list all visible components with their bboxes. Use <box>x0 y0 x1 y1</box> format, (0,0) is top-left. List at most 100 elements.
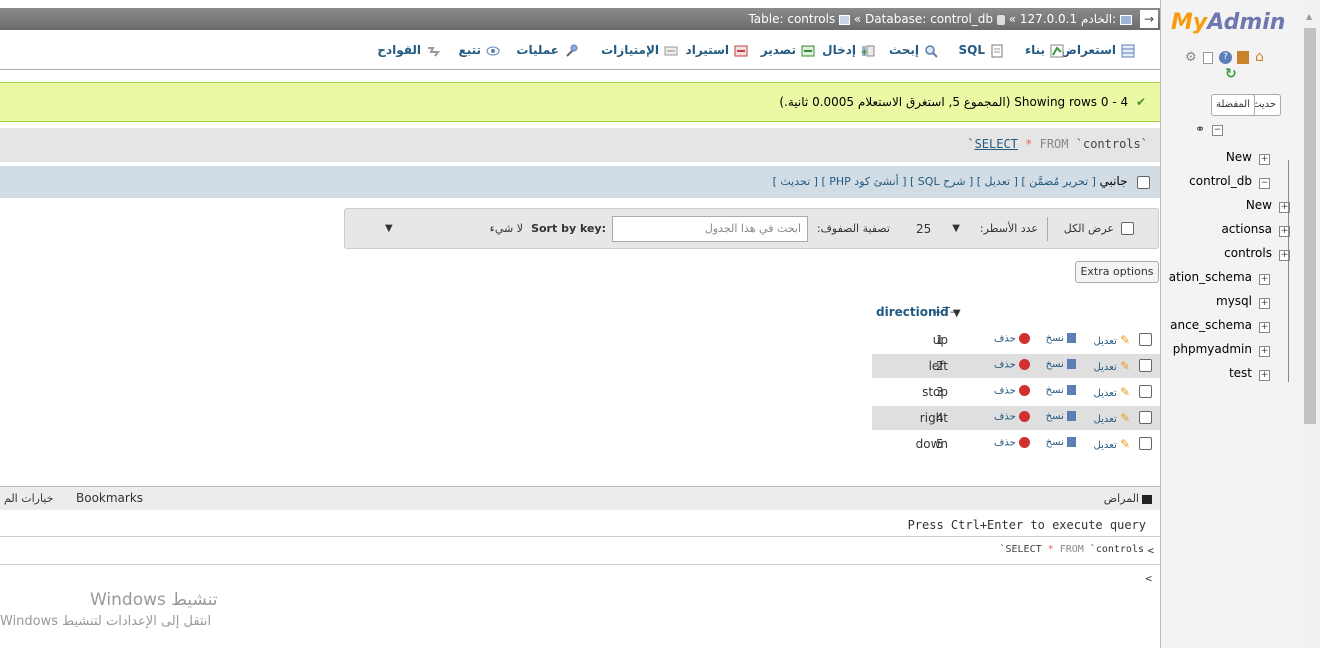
breadcrumb-table[interactable]: controls <box>787 12 835 26</box>
collapse-arrow-icon[interactable]: → <box>1140 10 1158 28</box>
tab-browse[interactable]: استعراض <box>1061 40 1135 60</box>
console-prompt[interactable]: < <box>1145 572 1152 585</box>
tab-triggers[interactable]: القوادح <box>377 40 440 60</box>
tab-operations[interactable]: عمليات <box>516 40 578 60</box>
collapse-all-icon[interactable]: − <box>1212 125 1223 136</box>
tree-collapse-icon[interactable]: − <box>1259 178 1270 189</box>
delete-link[interactable]: حذف <box>994 359 1030 371</box>
phpmyadmin-logo[interactable]: MyAdmin <box>1171 10 1285 35</box>
tree-expand-icon[interactable]: + <box>1259 274 1270 285</box>
logout-icon[interactable] <box>1237 51 1249 64</box>
copy-link[interactable]: نسخ <box>1046 333 1076 344</box>
tree-item[interactable]: New <box>1246 198 1272 212</box>
tab-label: استعراض <box>1060 43 1116 57</box>
tree-item-label: ation_schema <box>1168 270 1252 284</box>
tree-expand-icon[interactable]: + <box>1259 346 1270 357</box>
tab-privileges[interactable]: الإمتيازات <box>601 40 678 60</box>
edit-link[interactable]: ✎ تعديل <box>1094 437 1130 451</box>
breadcrumb-server[interactable]: 127.0.0.1 <box>1020 12 1077 26</box>
sql-keyword-select[interactable]: SELECT <box>975 137 1018 151</box>
tracking-icon <box>486 44 500 58</box>
link-icon[interactable]: ⚭ <box>1195 122 1205 136</box>
edit-link[interactable]: ✎ تعديل <box>1094 385 1130 399</box>
copy-label: نسخ <box>1045 437 1064 448</box>
delete-link[interactable]: حذف <box>994 411 1030 423</box>
table-row: ✎ تعديل نسخ حذف 5 down <box>872 432 1160 456</box>
extra-options-button[interactable]: Extra options <box>1075 261 1159 283</box>
tab-tracking[interactable]: تتبع <box>459 40 501 60</box>
edit-link[interactable]: ✎ تعديل <box>1094 359 1130 373</box>
tree-expand-icon[interactable]: + <box>1259 322 1270 333</box>
tree-item[interactable]: New <box>1226 150 1252 164</box>
tree-item[interactable]: test <box>1229 366 1252 380</box>
delete-link[interactable]: حذف <box>994 385 1030 397</box>
tree-expand-icon[interactable]: + <box>1259 298 1270 309</box>
sort-value: لا شيء <box>489 222 523 235</box>
copy-link[interactable]: نسخ <box>1046 359 1076 370</box>
tree-item-label: actionsa <box>1221 222 1272 236</box>
rows-select[interactable]: 25 ▼ <box>912 216 962 242</box>
edit-label: تعديل <box>1093 414 1117 425</box>
sidebar-scrollbar-thumb[interactable] <box>1304 28 1316 424</box>
sql-action-links[interactable]: [ تحرير مُضمَّن ] [ تعديل ] [ شرح SQL ] … <box>773 175 1096 188</box>
docs-icon[interactable] <box>1203 52 1213 64</box>
tree-expand-icon[interactable]: + <box>1259 370 1270 381</box>
row-checkbox[interactable] <box>1139 437 1152 450</box>
scroll-up-icon[interactable]: ▲ <box>1306 12 1312 21</box>
console-toggle[interactable]: المراض <box>1104 492 1152 505</box>
sort-select[interactable]: لا شيء ▼ <box>381 216 529 242</box>
tree-item[interactable]: control_db <box>1189 174 1252 188</box>
tab-import[interactable]: استيراد <box>686 40 748 60</box>
row-checkbox[interactable] <box>1139 333 1152 346</box>
tree-item[interactable]: ation_schema <box>1169 270 1252 284</box>
edit-link[interactable]: ✎ تعديل <box>1094 333 1130 347</box>
breadcrumb-database[interactable]: control_db <box>930 12 993 26</box>
delete-icon <box>1019 359 1030 370</box>
tree-item[interactable]: mysql <box>1216 294 1252 308</box>
column-direction[interactable]: direction <box>876 305 937 319</box>
tree-item[interactable]: ance_schema <box>1170 318 1252 332</box>
console-bookmarks[interactable]: Bookmarks <box>76 491 143 505</box>
copy-link[interactable]: نسخ <box>1046 411 1076 422</box>
console-history-query[interactable]: `SELECT * FROM `controls <box>999 544 1144 555</box>
edit-link[interactable]: ✎ تعديل <box>1094 411 1130 425</box>
tree-expand-icon[interactable]: + <box>1259 154 1270 165</box>
tree-item-label: test <box>1228 366 1252 380</box>
svg-text:+: + <box>861 48 868 58</box>
row-checkbox[interactable] <box>1139 411 1152 424</box>
reload-icon[interactable]: ↻ <box>1225 66 1237 82</box>
tab-insert[interactable]: + إدخال <box>822 40 875 60</box>
column-id[interactable]: id ▼ <box>936 305 961 319</box>
delete-link[interactable]: حذف <box>994 437 1030 449</box>
profiling-label: جانبي <box>1099 174 1128 188</box>
tree-item-label: New <box>1245 198 1272 212</box>
tab-sql[interactable]: SQL <box>959 40 1005 60</box>
copy-link[interactable]: نسخ <box>1046 437 1076 448</box>
filter-input[interactable]: ابحث في هذا الجدول <box>612 216 808 242</box>
edit-label: تعديل <box>1093 362 1117 373</box>
home-icon[interactable]: ⌂ <box>1255 49 1264 65</box>
console-options[interactable]: خيارات الم <box>4 492 53 505</box>
tab-structure[interactable]: بناء <box>1025 40 1064 60</box>
copy-icon <box>1067 359 1076 369</box>
help-icon[interactable]: ? <box>1219 51 1232 64</box>
delete-link[interactable]: حذف <box>994 333 1030 345</box>
show-all-checkbox[interactable] <box>1121 222 1134 235</box>
sort-label: Sort by key: <box>531 222 606 235</box>
tree-item[interactable]: controls <box>1224 246 1272 260</box>
row-checkbox[interactable] <box>1139 359 1152 372</box>
sidebar-icon-row: ⚙ ? ⌂ <box>1185 49 1285 66</box>
tree-item[interactable]: actionsa <box>1221 222 1272 236</box>
row-checkbox[interactable] <box>1139 385 1152 398</box>
tab-search[interactable]: إبحث <box>889 40 938 60</box>
sql-icon <box>990 44 1004 58</box>
database-icon <box>996 14 1005 25</box>
tree-item[interactable]: phpmyadmin <box>1173 342 1252 356</box>
filter-label: تصفية الصفوف: <box>816 222 890 235</box>
tree-item-label: controls <box>1224 246 1272 260</box>
settings-icon[interactable]: ⚙ <box>1185 50 1197 65</box>
profiling-checkbox[interactable] <box>1137 175 1150 189</box>
copy-link[interactable]: نسخ <box>1046 385 1076 396</box>
favorites-button[interactable]: المفضلة <box>1211 94 1256 116</box>
tab-export[interactable]: تصدير <box>761 40 815 60</box>
